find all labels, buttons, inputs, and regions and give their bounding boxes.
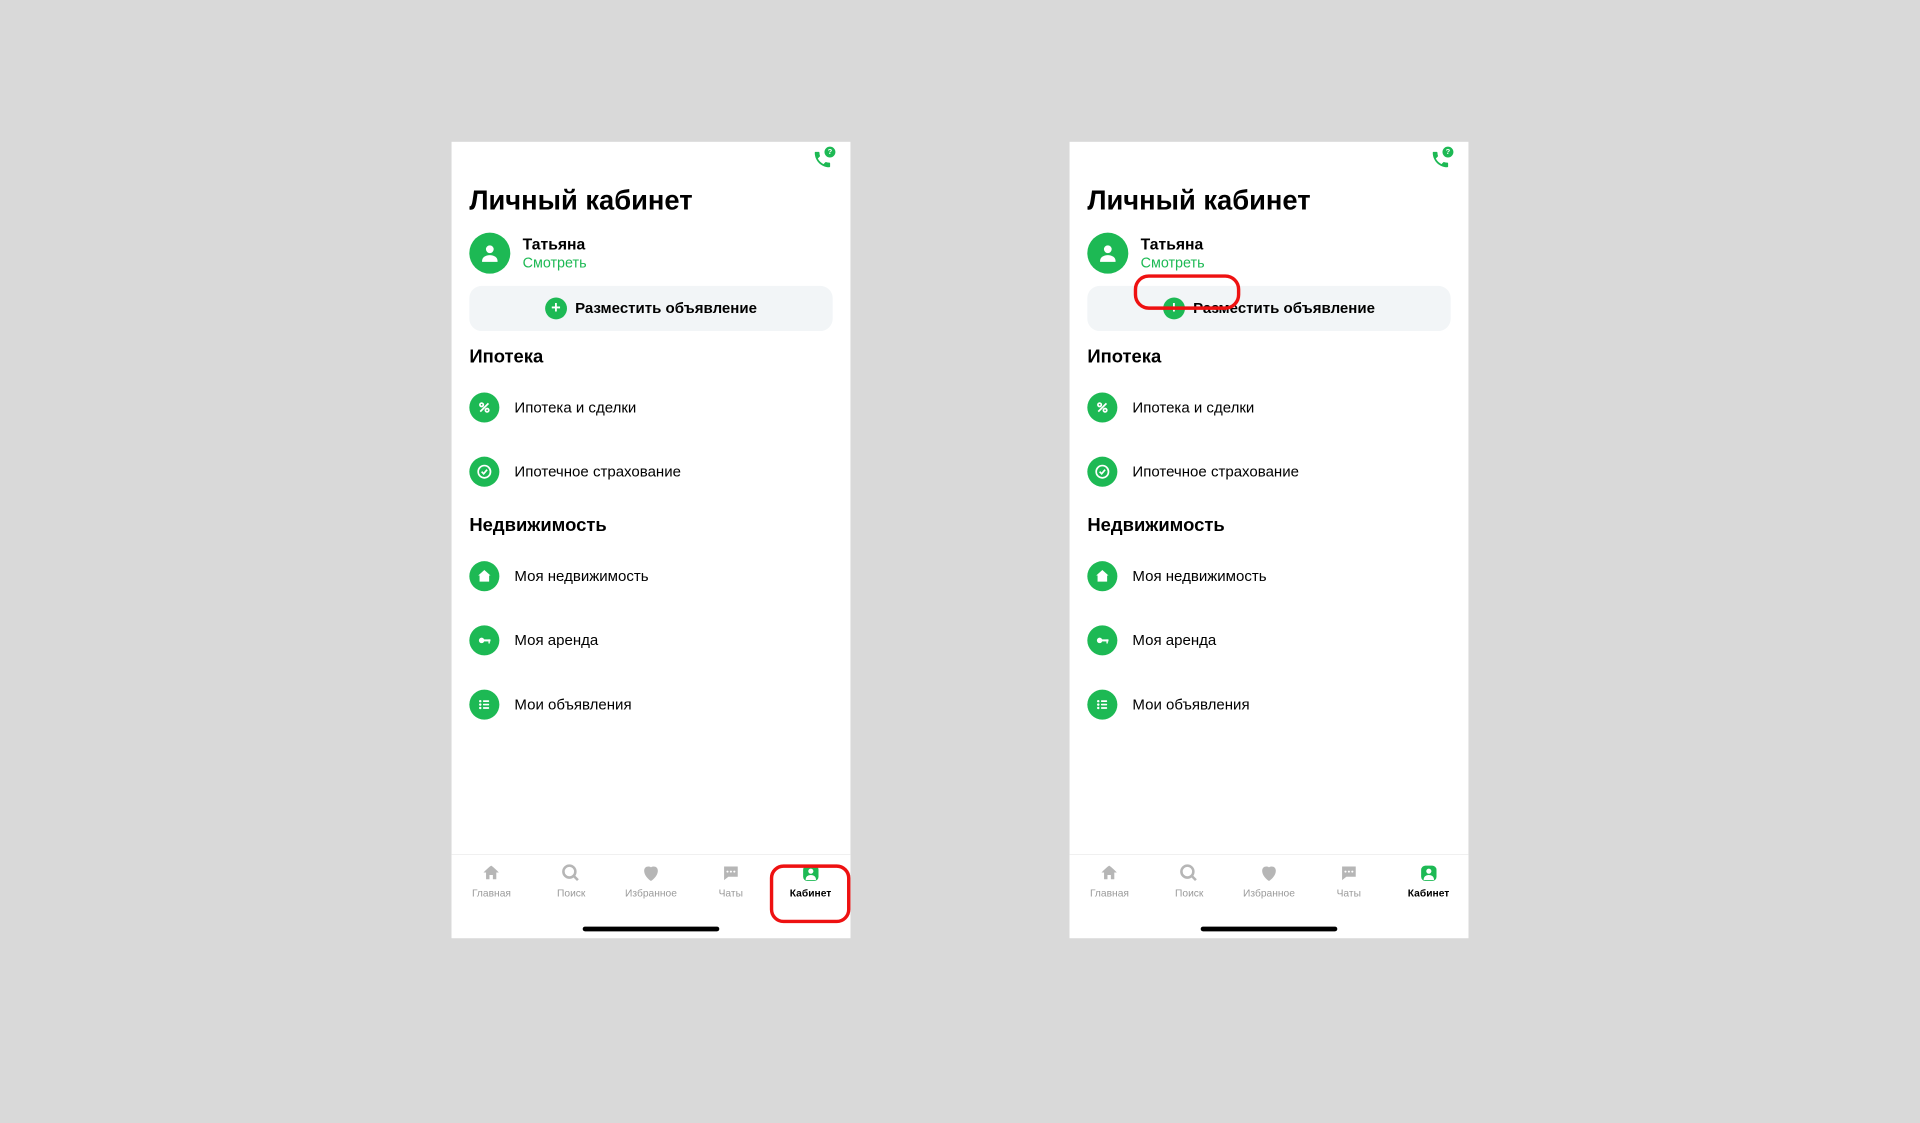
item-label: Мои объявления xyxy=(1132,696,1249,714)
nav-cabinet[interactable]: Кабинет xyxy=(1389,862,1469,900)
post-ad-label: Разместить объявление xyxy=(1193,300,1375,318)
nav-label: Главная xyxy=(472,888,511,900)
section-title-mortgage: Ипотека xyxy=(1087,346,1450,367)
mobile-screen-left: ? Личный кабинет Татьяна Смотреть xyxy=(452,142,851,938)
bottom-nav: Главная Поиск Избранное Чаты xyxy=(452,854,851,938)
item-label: Моя аренда xyxy=(1132,632,1216,650)
item-label: Моя аренда xyxy=(514,632,598,650)
nav-label: Кабинет xyxy=(790,888,831,900)
nav-search[interactable]: Поиск xyxy=(531,862,611,900)
list-icon xyxy=(469,690,499,720)
percent-icon xyxy=(469,392,499,422)
nav-chats[interactable]: Чаты xyxy=(1309,862,1389,900)
profile-view-link[interactable]: Смотреть xyxy=(1141,255,1205,271)
nav-cabinet[interactable]: Кабинет xyxy=(771,862,851,900)
item-label: Ипотечное страхование xyxy=(514,463,681,481)
profile-name: Татьяна xyxy=(523,235,587,253)
chat-icon xyxy=(721,862,741,885)
home-indicator xyxy=(583,927,720,932)
check-icon xyxy=(469,457,499,487)
item-my-ads[interactable]: Мои объявления xyxy=(469,673,832,737)
nav-favorites[interactable]: Избранное xyxy=(1229,862,1309,900)
call-support-icon[interactable]: ? xyxy=(812,149,832,173)
header-bar: ? xyxy=(452,142,851,180)
nav-chats[interactable]: Чаты xyxy=(691,862,771,900)
house-icon xyxy=(469,561,499,591)
percent-icon xyxy=(1087,392,1117,422)
key-icon xyxy=(469,625,499,655)
item-my-rent[interactable]: Моя аренда xyxy=(1087,608,1450,672)
section-title-mortgage: Ипотека xyxy=(469,346,832,367)
call-support-icon[interactable]: ? xyxy=(1430,149,1450,173)
item-label: Моя недвижимость xyxy=(1132,567,1266,585)
post-ad-label: Разместить объявление xyxy=(575,300,757,318)
home-indicator xyxy=(1201,927,1338,932)
key-icon xyxy=(1087,625,1117,655)
profile-view-link[interactable]: Смотреть xyxy=(523,255,587,271)
post-ad-button[interactable]: + Разместить объявление xyxy=(1087,286,1450,331)
profile-name: Татьяна xyxy=(1141,235,1205,253)
item-my-ads[interactable]: Мои объявления xyxy=(1087,673,1450,737)
plus-icon: + xyxy=(1163,298,1185,320)
header-bar: ? xyxy=(1070,142,1469,180)
item-label: Мои объявления xyxy=(514,696,631,714)
home-icon xyxy=(1099,862,1119,885)
item-label: Ипотека и сделки xyxy=(514,399,636,417)
nav-label: Чаты xyxy=(1337,888,1361,900)
nav-label: Чаты xyxy=(719,888,743,900)
post-ad-button[interactable]: + Разместить объявление xyxy=(469,286,832,331)
item-mortgage-deals[interactable]: Ипотека и сделки xyxy=(469,375,832,439)
item-my-rent[interactable]: Моя аренда xyxy=(469,608,832,672)
item-mortgage-deals[interactable]: Ипотека и сделки xyxy=(1087,375,1450,439)
item-label: Моя недвижимость xyxy=(514,567,648,585)
section-title-realty: Недвижимость xyxy=(1087,515,1450,536)
nav-favorites[interactable]: Избранное xyxy=(611,862,691,900)
heart-icon xyxy=(1259,862,1279,885)
house-icon xyxy=(1087,561,1117,591)
nav-home[interactable]: Главная xyxy=(1070,862,1150,900)
person-icon xyxy=(1418,862,1438,885)
person-icon xyxy=(800,862,820,885)
nav-label: Кабинет xyxy=(1408,888,1449,900)
item-label: Ипотека и сделки xyxy=(1132,399,1254,417)
chat-icon xyxy=(1339,862,1359,885)
page-title: Личный кабинет xyxy=(469,186,832,217)
nav-label: Поиск xyxy=(1175,888,1203,900)
profile-block[interactable]: Татьяна Смотреть xyxy=(469,233,832,274)
nav-search[interactable]: Поиск xyxy=(1149,862,1229,900)
bottom-nav: Главная Поиск Избранное Чаты xyxy=(1070,854,1469,938)
item-mortgage-insurance[interactable]: Ипотечное страхование xyxy=(1087,440,1450,504)
section-title-realty: Недвижимость xyxy=(469,515,832,536)
avatar-icon xyxy=(469,233,510,274)
item-mortgage-insurance[interactable]: Ипотечное страхование xyxy=(469,440,832,504)
nav-label: Избранное xyxy=(1243,888,1295,900)
mobile-screen-right: ? Личный кабинет Татьяна Смотреть xyxy=(1070,142,1469,938)
list-icon xyxy=(1087,690,1117,720)
item-label: Ипотечное страхование xyxy=(1132,463,1299,481)
nav-home[interactable]: Главная xyxy=(452,862,532,900)
nav-label: Избранное xyxy=(625,888,677,900)
nav-label: Главная xyxy=(1090,888,1129,900)
nav-label: Поиск xyxy=(557,888,585,900)
item-my-realty[interactable]: Моя недвижимость xyxy=(1087,544,1450,608)
avatar-icon xyxy=(1087,233,1128,274)
home-icon xyxy=(481,862,501,885)
search-icon xyxy=(1179,862,1199,885)
search-icon xyxy=(561,862,581,885)
plus-icon: + xyxy=(545,298,567,320)
profile-block[interactable]: Татьяна Смотреть xyxy=(1087,233,1450,274)
item-my-realty[interactable]: Моя недвижимость xyxy=(469,544,832,608)
page-title: Личный кабинет xyxy=(1087,186,1450,217)
heart-icon xyxy=(641,862,661,885)
check-icon xyxy=(1087,457,1117,487)
